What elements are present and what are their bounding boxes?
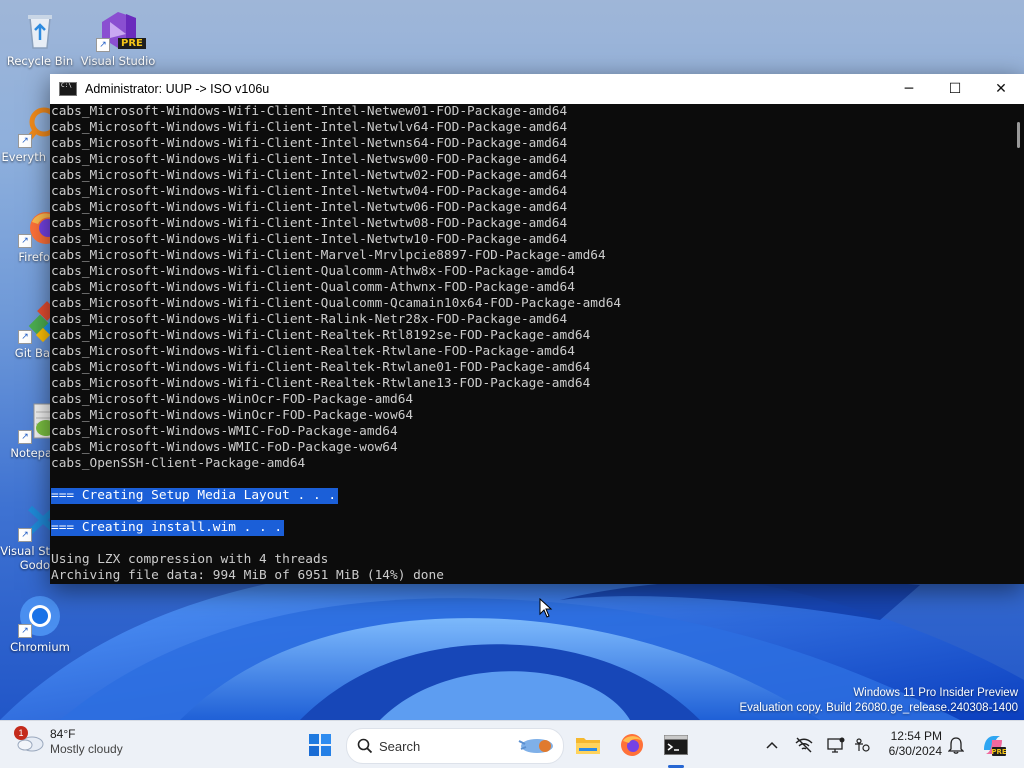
shortcut-arrow-icon: ↗ <box>18 134 32 148</box>
watermark-line: Evaluation copy. Build 26080.ge_release.… <box>739 702 1018 714</box>
accessibility-icon <box>855 738 870 752</box>
desktop-icon-label: Recycle Bin <box>6 54 74 68</box>
console-line: cabs_Microsoft-Windows-Wifi-Client-Intel… <box>51 216 568 231</box>
bell-icon <box>948 737 964 754</box>
weather-widget[interactable]: 1 84°F Mostly cloudy <box>14 726 123 757</box>
taskbar-file-explorer[interactable] <box>572 729 604 761</box>
network-offline-icon <box>795 737 813 753</box>
taskbar-search-box[interactable]: Search <box>346 728 564 764</box>
desktop-icon-visual-studio[interactable]: ↗ PRE Visual Studio <box>78 8 158 68</box>
console-progress-line: Archiving file data: 994 MiB of 6951 MiB… <box>51 568 444 583</box>
file-explorer-icon <box>576 738 600 754</box>
weather-temp: 84°F <box>50 727 76 741</box>
console-line: cabs_Microsoft-Windows-Wifi-Client-Intel… <box>51 184 568 199</box>
console-line: cabs_Microsoft-Windows-Wifi-Client-Qualc… <box>51 280 575 295</box>
console-line: cabs_Microsoft-Windows-Wifi-Client-Qualc… <box>51 296 622 311</box>
search-highlight-icon <box>515 735 557 757</box>
console-line: cabs_Microsoft-Windows-WMIC-FoD-Package-… <box>51 440 398 455</box>
pre-badge: PRE <box>118 38 146 49</box>
selection-highlight: === Creating Setup Media Layout . . . <box>51 488 339 504</box>
console-line-highlighted: === Creating install.wim . . . <box>50 520 1010 536</box>
copilot-icon: PRE <box>984 736 1006 756</box>
console-line: cabs_Microsoft-Windows-Wifi-Client-Intel… <box>51 104 568 119</box>
minimize-button[interactable]: ─ <box>886 74 932 104</box>
console-line-highlighted: === Creating Setup Media Layout . . . <box>50 488 1010 504</box>
console-line: cabs_Microsoft-Windows-Wifi-Client-Realt… <box>51 328 591 343</box>
console-line: cabs_Microsoft-Windows-Wifi-Client-Intel… <box>51 136 568 151</box>
shortcut-arrow-icon: ↗ <box>18 624 32 638</box>
visual-studio-icon: ↗ PRE <box>96 8 146 52</box>
console-line: cabs_Microsoft-Windows-Wifi-Client-Intel… <box>51 200 568 215</box>
taskbar: 1 84°F Mostly cloudy Search 12:54 PM 6/3… <box>0 720 1024 768</box>
mouse-cursor-icon <box>539 597 553 622</box>
shortcut-arrow-icon: ↗ <box>18 330 32 344</box>
desktop-icon-recycle-bin[interactable]: Recycle Bin <box>0 8 80 68</box>
desktop-icon-label: Chromium <box>10 640 70 654</box>
shortcut-arrow-icon: ↗ <box>96 38 110 52</box>
console-line: Using LZX compression with 4 threads <box>51 552 329 567</box>
console-output[interactable]: cabs_Microsoft-Windows-Wifi-Client-Intel… <box>50 104 1010 584</box>
terminal-icon <box>664 735 688 755</box>
console-line: cabs_Microsoft-Windows-Wifi-Client-Qualc… <box>51 264 575 279</box>
start-icon <box>309 734 331 756</box>
console-app-icon <box>59 82 77 96</box>
shortcut-arrow-icon: ↗ <box>18 234 32 248</box>
window-title: Administrator: UUP -> ISO v106u <box>85 82 270 96</box>
clock-time: 12:54 PM <box>890 729 942 743</box>
console-line: cabs_Microsoft-Windows-WinOcr-FOD-Packag… <box>51 408 414 423</box>
console-line: cabs_Microsoft-Windows-WinOcr-FOD-Packag… <box>51 392 414 407</box>
console-line: cabs_Microsoft-Windows-Wifi-Client-Realt… <box>51 376 591 391</box>
chromium-icon: ↗ <box>18 594 62 638</box>
watermark-line: Windows 11 Pro Insider Preview <box>853 687 1018 699</box>
maximize-button[interactable]: ☐ <box>932 74 978 104</box>
console-scrollbar[interactable] <box>1010 104 1024 584</box>
shortcut-arrow-icon: ↗ <box>18 528 32 542</box>
search-icon <box>357 738 373 754</box>
evaluation-watermark: Windows 11 Pro Insider Preview Evaluatio… <box>739 686 1018 716</box>
console-line: cabs_Microsoft-Windows-Wifi-Client-Realt… <box>51 360 591 375</box>
taskbar-terminal[interactable] <box>660 729 692 761</box>
svg-text:PRE: PRE <box>991 748 1006 756</box>
start-button[interactable] <box>304 729 336 761</box>
console-line: cabs_Microsoft-Windows-Wifi-Client-Marve… <box>51 248 606 263</box>
recycle-bin-icon <box>18 8 62 52</box>
window-titlebar[interactable]: Administrator: UUP -> ISO v106u ─ ☐ ✕ <box>50 74 1024 104</box>
weather-badge: 1 <box>14 726 28 740</box>
close-button[interactable]: ✕ <box>978 74 1024 104</box>
console-window[interactable]: Administrator: UUP -> ISO v106u ─ ☐ ✕ ca… <box>50 74 1024 584</box>
system-clock[interactable]: 12:54 PM 6/30/2024 <box>880 729 942 759</box>
clock-date: 6/30/2024 <box>888 744 942 758</box>
console-line: cabs_Microsoft-Windows-Wifi-Client-Realt… <box>51 344 575 359</box>
network-button[interactable] <box>794 735 814 755</box>
console-line: cabs_Microsoft-Windows-Wifi-Client-Intel… <box>51 120 568 135</box>
display-icon <box>827 737 845 753</box>
weather-condition: Mostly cloudy <box>50 742 123 756</box>
console-line: cabs_Microsoft-Windows-Wifi-Client-Intel… <box>51 232 568 247</box>
desktop-icon-label: Visual St Godo <box>0 544 50 572</box>
desktop-icon-chromium[interactable]: ↗ Chromium <box>0 594 80 654</box>
desktop-icon-label: Visual Studio <box>80 54 156 68</box>
copilot-button[interactable]: PRE <box>980 732 1006 758</box>
search-label: Search <box>379 738 421 754</box>
shortcut-arrow-icon: ↗ <box>18 430 32 444</box>
console-line: cabs_Microsoft-Windows-Wifi-Client-Intel… <box>51 152 568 167</box>
accessibility-button[interactable] <box>852 735 872 755</box>
console-line: cabs_Microsoft-Windows-Wifi-Client-Intel… <box>51 168 568 183</box>
scrollbar-thumb[interactable] <box>1017 122 1020 148</box>
show-hidden-icons-button[interactable] <box>762 735 782 755</box>
console-line: cabs_OpenSSH-Client-Package-amd64 <box>51 456 306 471</box>
selection-highlight: === Creating install.wim . . . <box>51 520 285 536</box>
weather-cloud-icon: 1 <box>14 726 44 752</box>
console-line: cabs_Microsoft-Windows-Wifi-Client-Ralin… <box>51 312 568 327</box>
display-button[interactable] <box>826 735 846 755</box>
console-line: cabs_Microsoft-Windows-WMIC-FoD-Package-… <box>51 424 398 439</box>
chevron-up-icon <box>766 741 778 749</box>
firefox-icon <box>621 734 643 756</box>
notifications-button[interactable] <box>946 735 966 755</box>
taskbar-firefox[interactable] <box>616 729 648 761</box>
